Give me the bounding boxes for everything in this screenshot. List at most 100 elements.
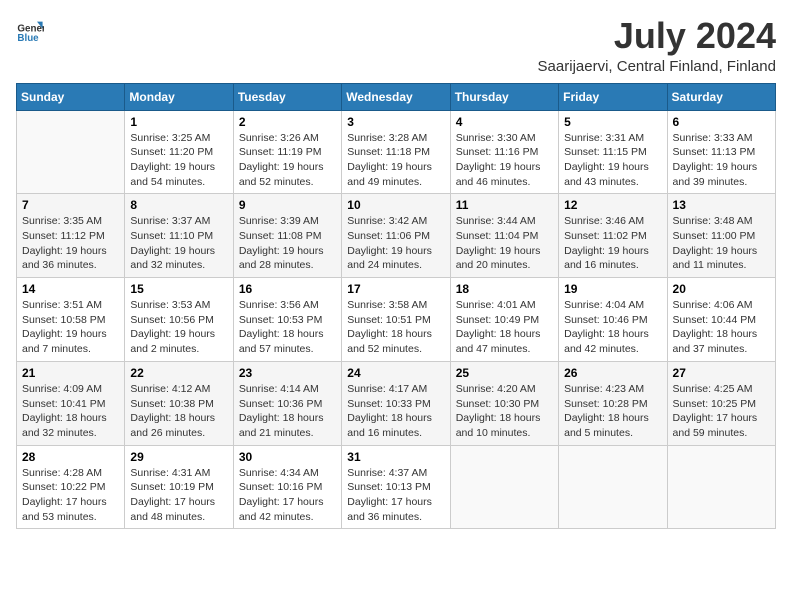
day-info: Sunrise: 3:44 AM Sunset: 11:04 PM Daylig… [456, 214, 553, 273]
day-info: Sunrise: 4:17 AM Sunset: 10:33 PM Daylig… [347, 382, 444, 441]
day-number: 2 [239, 115, 336, 129]
day-number: 15 [130, 282, 227, 296]
day-number: 13 [673, 198, 770, 212]
day-number: 6 [673, 115, 770, 129]
day-number: 28 [22, 450, 119, 464]
calendar-cell: 2 Sunrise: 3:26 AM Sunset: 11:19 PM Dayli… [233, 110, 341, 194]
calendar-cell: 7Sunrise: 3:35 AM Sunset: 11:12 PM Dayli… [17, 194, 125, 278]
day-number: 8 [130, 198, 227, 212]
day-info: Sunrise: 4:28 AM Sunset: 10:22 PM Daylig… [22, 466, 119, 525]
day-number: 5 [564, 115, 661, 129]
title-block: July 2024 Saarijaervi, Central Finland, … [538, 16, 776, 75]
day-info: Sunrise: 3:30 AM Sunset: 11:16 PM Daylig… [456, 131, 553, 190]
day-number: 23 [239, 366, 336, 380]
calendar-cell: 8 Sunrise: 3:37 AM Sunset: 11:10 PM Dayli… [125, 194, 233, 278]
day-number: 1 [130, 115, 227, 129]
day-info: Sunrise: 3:35 AM Sunset: 11:12 PM Daylig… [22, 214, 119, 273]
calendar-cell: 4 Sunrise: 3:30 AM Sunset: 11:16 PM Dayli… [450, 110, 558, 194]
calendar-cell: 23 Sunrise: 4:14 AM Sunset: 10:36 PM Dayl… [233, 361, 341, 445]
logo: General Blue [16, 16, 44, 44]
day-number: 27 [673, 366, 770, 380]
calendar-cell: 25 Sunrise: 4:20 AM Sunset: 10:30 PM Dayl… [450, 361, 558, 445]
day-info: Sunrise: 3:56 AM Sunset: 10:53 PM Daylig… [239, 298, 336, 357]
day-info: Sunrise: 3:58 AM Sunset: 10:51 PM Daylig… [347, 298, 444, 357]
calendar-cell: 22 Sunrise: 4:12 AM Sunset: 10:38 PM Dayl… [125, 361, 233, 445]
week-row-3: 14Sunrise: 3:51 AM Sunset: 10:58 PM Dayl… [17, 278, 776, 362]
day-number: 9 [239, 198, 336, 212]
day-info: Sunrise: 3:46 AM Sunset: 11:02 PM Daylig… [564, 214, 661, 273]
day-info: Sunrise: 4:14 AM Sunset: 10:36 PM Daylig… [239, 382, 336, 441]
day-number: 29 [130, 450, 227, 464]
day-number: 31 [347, 450, 444, 464]
calendar-cell: 10Sunrise: 3:42 AM Sunset: 11:06 PM Dayl… [342, 194, 450, 278]
calendar-cell: 19 Sunrise: 4:04 AM Sunset: 10:46 PM Dayl… [559, 278, 667, 362]
calendar-cell: 24 Sunrise: 4:17 AM Sunset: 10:33 PM Dayl… [342, 361, 450, 445]
day-info: Sunrise: 4:31 AM Sunset: 10:19 PM Daylig… [130, 466, 227, 525]
calendar-cell: 16 Sunrise: 3:56 AM Sunset: 10:53 PM Dayl… [233, 278, 341, 362]
day-info: Sunrise: 4:23 AM Sunset: 10:28 PM Daylig… [564, 382, 661, 441]
day-info: Sunrise: 3:25 AM Sunset: 11:20 PM Daylig… [130, 131, 227, 190]
calendar-cell: 9 Sunrise: 3:39 AM Sunset: 11:08 PM Dayli… [233, 194, 341, 278]
header-sunday: Sunday [17, 83, 125, 110]
day-number: 21 [22, 366, 119, 380]
calendar-body: 1 Sunrise: 3:25 AM Sunset: 11:20 PM Dayli… [17, 110, 776, 529]
header-saturday: Saturday [667, 83, 775, 110]
calendar-header-row: SundayMondayTuesdayWednesdayThursdayFrid… [17, 83, 776, 110]
header-monday: Monday [125, 83, 233, 110]
page-subtitle: Saarijaervi, Central Finland, Finland [538, 58, 776, 75]
header-tuesday: Tuesday [233, 83, 341, 110]
calendar-cell [559, 445, 667, 529]
day-info: Sunrise: 4:25 AM Sunset: 10:25 PM Daylig… [673, 382, 770, 441]
day-number: 24 [347, 366, 444, 380]
day-info: Sunrise: 4:04 AM Sunset: 10:46 PM Daylig… [564, 298, 661, 357]
day-info: Sunrise: 3:39 AM Sunset: 11:08 PM Daylig… [239, 214, 336, 273]
day-info: Sunrise: 3:48 AM Sunset: 11:00 PM Daylig… [673, 214, 770, 273]
calendar-cell: 27 Sunrise: 4:25 AM Sunset: 10:25 PM Dayl… [667, 361, 775, 445]
day-number: 12 [564, 198, 661, 212]
day-number: 25 [456, 366, 553, 380]
day-number: 16 [239, 282, 336, 296]
day-info: Sunrise: 4:34 AM Sunset: 10:16 PM Daylig… [239, 466, 336, 525]
day-info: Sunrise: 4:01 AM Sunset: 10:49 PM Daylig… [456, 298, 553, 357]
day-info: Sunrise: 3:53 AM Sunset: 10:56 PM Daylig… [130, 298, 227, 357]
day-number: 19 [564, 282, 661, 296]
day-info: Sunrise: 3:33 AM Sunset: 11:13 PM Daylig… [673, 131, 770, 190]
day-info: Sunrise: 4:20 AM Sunset: 10:30 PM Daylig… [456, 382, 553, 441]
day-number: 11 [456, 198, 553, 212]
week-row-1: 1 Sunrise: 3:25 AM Sunset: 11:20 PM Dayli… [17, 110, 776, 194]
day-info: Sunrise: 3:42 AM Sunset: 11:06 PM Daylig… [347, 214, 444, 273]
calendar-cell: 14Sunrise: 3:51 AM Sunset: 10:58 PM Dayl… [17, 278, 125, 362]
day-info: Sunrise: 3:31 AM Sunset: 11:15 PM Daylig… [564, 131, 661, 190]
calendar-cell: 18Sunrise: 4:01 AM Sunset: 10:49 PM Dayl… [450, 278, 558, 362]
day-number: 14 [22, 282, 119, 296]
day-info: Sunrise: 3:28 AM Sunset: 11:18 PM Daylig… [347, 131, 444, 190]
calendar-cell [667, 445, 775, 529]
calendar-cell: 29 Sunrise: 4:31 AM Sunset: 10:19 PM Dayl… [125, 445, 233, 529]
day-info: Sunrise: 3:37 AM Sunset: 11:10 PM Daylig… [130, 214, 227, 273]
day-info: Sunrise: 4:06 AM Sunset: 10:44 PM Daylig… [673, 298, 770, 357]
calendar-cell: 17 Sunrise: 3:58 AM Sunset: 10:51 PM Dayl… [342, 278, 450, 362]
calendar-cell: 31 Sunrise: 4:37 AM Sunset: 10:13 PM Dayl… [342, 445, 450, 529]
day-number: 4 [456, 115, 553, 129]
day-info: Sunrise: 4:37 AM Sunset: 10:13 PM Daylig… [347, 466, 444, 525]
logo-icon: General Blue [16, 16, 44, 44]
header-friday: Friday [559, 83, 667, 110]
calendar-cell [450, 445, 558, 529]
day-info: Sunrise: 4:09 AM Sunset: 10:41 PM Daylig… [22, 382, 119, 441]
calendar-cell: 11 Sunrise: 3:44 AM Sunset: 11:04 PM Dayl… [450, 194, 558, 278]
calendar-cell [17, 110, 125, 194]
day-info: Sunrise: 4:12 AM Sunset: 10:38 PM Daylig… [130, 382, 227, 441]
day-number: 26 [564, 366, 661, 380]
day-number: 3 [347, 115, 444, 129]
day-number: 30 [239, 450, 336, 464]
calendar-cell: 30 Sunrise: 4:34 AM Sunset: 10:16 PM Dayl… [233, 445, 341, 529]
week-row-4: 21 Sunrise: 4:09 AM Sunset: 10:41 PM Dayl… [17, 361, 776, 445]
calendar-cell: 26 Sunrise: 4:23 AM Sunset: 10:28 PM Dayl… [559, 361, 667, 445]
calendar-cell: 20Sunrise: 4:06 AM Sunset: 10:44 PM Dayl… [667, 278, 775, 362]
day-number: 22 [130, 366, 227, 380]
calendar-cell: 3 Sunrise: 3:28 AM Sunset: 11:18 PM Dayli… [342, 110, 450, 194]
day-info: Sunrise: 3:26 AM Sunset: 11:19 PM Daylig… [239, 131, 336, 190]
calendar-cell: 12 Sunrise: 3:46 AM Sunset: 11:02 PM Dayl… [559, 194, 667, 278]
svg-text:Blue: Blue [17, 33, 39, 44]
day-number: 17 [347, 282, 444, 296]
